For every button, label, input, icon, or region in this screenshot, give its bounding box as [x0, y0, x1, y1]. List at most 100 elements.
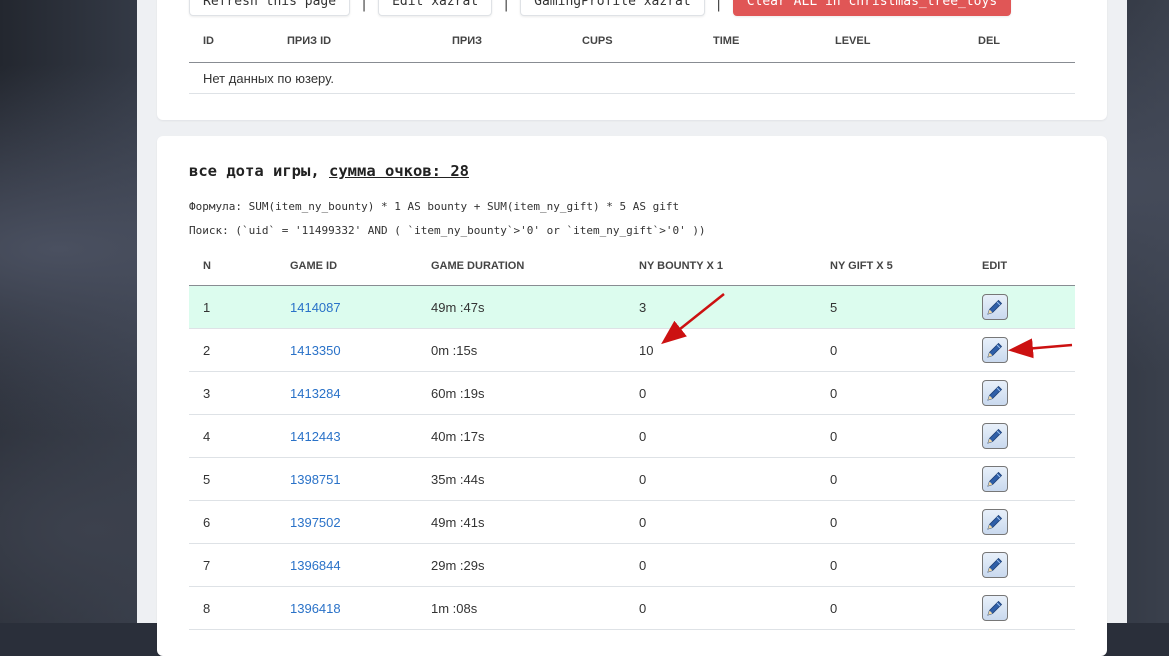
game-id-cell: 1413284: [276, 371, 417, 415]
column-header: TIME: [699, 20, 821, 63]
ny-gift-value: 0: [816, 328, 968, 372]
row-number: 7: [189, 543, 276, 587]
edit-game-button[interactable]: [982, 294, 1008, 320]
row-number: 8: [189, 586, 276, 630]
toolbar-separator: |: [502, 0, 511, 12]
game-id-link[interactable]: 1398751: [290, 472, 341, 487]
title-text: все дота игры,: [189, 162, 320, 180]
pencil-icon: [987, 600, 1003, 616]
pencil-icon: [987, 557, 1003, 573]
prizes-table: ID ПРИЗ ID ПРИЗ CUPS TIME LEVEL DEL Нет …: [189, 20, 1075, 94]
column-header: NY BOUNTY X 1: [625, 246, 816, 286]
game-duration: 60m :19s: [417, 371, 625, 415]
row-number: 3: [189, 371, 276, 415]
games-table: N GAME ID GAME DURATION NY BOUNTY X 1 NY…: [189, 246, 1075, 630]
ny-bounty-value: 10: [625, 328, 816, 372]
refresh-button[interactable]: Refresh this page: [189, 0, 351, 16]
game-duration: 35m :44s: [417, 457, 625, 501]
ny-bounty-value: 3: [625, 285, 816, 329]
column-header: CUPS: [568, 20, 699, 63]
ny-gift-value: 5: [816, 285, 968, 329]
score-sum-link[interactable]: сумма очков: 28: [329, 162, 469, 180]
table-row: 1 1414087 49m :47s 3 5: [189, 285, 1075, 329]
table-row: 5 1398751 35m :44s 0 0: [189, 457, 1075, 501]
game-id-cell: 1413350: [276, 328, 417, 372]
edit-cell: [968, 328, 1075, 372]
prizes-table-header: ID ПРИЗ ID ПРИЗ CUPS TIME LEVEL DEL: [189, 20, 1075, 63]
game-id-link[interactable]: 1396844: [290, 558, 341, 573]
ny-gift-value: 0: [816, 457, 968, 501]
ny-gift-value: 0: [816, 414, 968, 458]
column-header: ID: [189, 20, 273, 63]
edit-user-button[interactable]: Edit xazrat: [378, 0, 493, 16]
column-header: LEVEL: [821, 20, 964, 63]
formula-text: Формула: SUM(item_ny_bounty) * 1 AS boun…: [189, 200, 680, 213]
ny-bounty-value: 0: [625, 457, 816, 501]
ny-gift-value: 0: [816, 500, 968, 544]
edit-game-button[interactable]: [982, 380, 1008, 406]
edit-cell: [968, 371, 1075, 415]
ny-gift-value: 0: [816, 586, 968, 630]
gaming-profile-button[interactable]: GamingProfile xazrat: [520, 0, 705, 16]
table-row: 3 1413284 60m :19s 0 0: [189, 371, 1075, 415]
game-duration: 29m :29s: [417, 543, 625, 587]
column-header: NY GIFT X 5: [816, 246, 968, 286]
toolbar-separator: |: [360, 0, 368, 12]
game-id-cell: 1396418: [276, 586, 417, 630]
row-number: 6: [189, 500, 276, 544]
edit-cell: [968, 285, 1075, 329]
pencil-icon: [987, 385, 1003, 401]
game-id-link[interactable]: 1414087: [290, 300, 341, 315]
game-duration: 49m :47s: [417, 285, 625, 329]
toolbar: Refresh this page | Edit xazrat | Gaming…: [189, 0, 1012, 16]
dota-games-card: все дота игры, сумма очков: 28 Формула: …: [157, 136, 1107, 656]
edit-game-button[interactable]: [982, 423, 1008, 449]
game-id-link[interactable]: 1413284: [290, 386, 341, 401]
user-prizes-card: Refresh this page | Edit xazrat | Gaming…: [157, 0, 1107, 120]
column-header: DEL: [964, 20, 1075, 63]
pencil-icon: [987, 471, 1003, 487]
edit-game-button[interactable]: [982, 337, 1008, 363]
table-row: 4 1412443 40m :17s 0 0: [189, 414, 1075, 458]
column-header: ПРИЗ ID: [273, 20, 438, 63]
ny-bounty-value: 0: [625, 414, 816, 458]
section-title: все дота игры, сумма очков: 28: [189, 162, 469, 180]
game-duration: 1m :08s: [417, 586, 625, 630]
game-id-link[interactable]: 1397502: [290, 515, 341, 530]
clear-all-button[interactable]: Clear ALL in christmas_tree_toys: [732, 0, 1012, 16]
table-row: 2 1413350 0m :15s 10 0: [189, 328, 1075, 372]
empty-message: Нет данных по юзеру.: [189, 62, 1075, 94]
edit-cell: [968, 500, 1075, 544]
search-query-text: Поиск: (`uid` = '11499332' AND ( `item_n…: [189, 224, 706, 237]
edit-cell: [968, 414, 1075, 458]
toolbar-separator: |: [714, 0, 723, 12]
ny-bounty-value: 0: [625, 500, 816, 544]
ny-gift-value: 0: [816, 371, 968, 415]
row-number: 1: [189, 285, 276, 329]
edit-game-button[interactable]: [982, 552, 1008, 578]
ny-bounty-value: 0: [625, 543, 816, 587]
row-number: 2: [189, 328, 276, 372]
game-id-cell: 1412443: [276, 414, 417, 458]
column-header: N: [189, 246, 276, 286]
row-number: 5: [189, 457, 276, 501]
pencil-icon: [987, 428, 1003, 444]
ny-bounty-value: 0: [625, 586, 816, 630]
column-header: GAME DURATION: [417, 246, 625, 286]
pencil-icon: [987, 514, 1003, 530]
games-table-header: N GAME ID GAME DURATION NY BOUNTY X 1 NY…: [189, 246, 1075, 286]
game-duration: 40m :17s: [417, 414, 625, 458]
edit-game-button[interactable]: [982, 466, 1008, 492]
game-duration: 49m :41s: [417, 500, 625, 544]
game-id-link[interactable]: 1412443: [290, 429, 341, 444]
edit-game-button[interactable]: [982, 509, 1008, 535]
ny-bounty-value: 0: [625, 371, 816, 415]
table-row: 7 1396844 29m :29s 0 0: [189, 543, 1075, 587]
table-row: Нет данных по юзеру.: [189, 62, 1075, 94]
game-id-link[interactable]: 1396418: [290, 601, 341, 616]
pencil-icon: [987, 342, 1003, 358]
pencil-icon: [987, 299, 1003, 315]
table-row: 8 1396418 1m :08s 0 0: [189, 586, 1075, 630]
game-id-link[interactable]: 1413350: [290, 343, 341, 358]
edit-game-button[interactable]: [982, 595, 1008, 621]
